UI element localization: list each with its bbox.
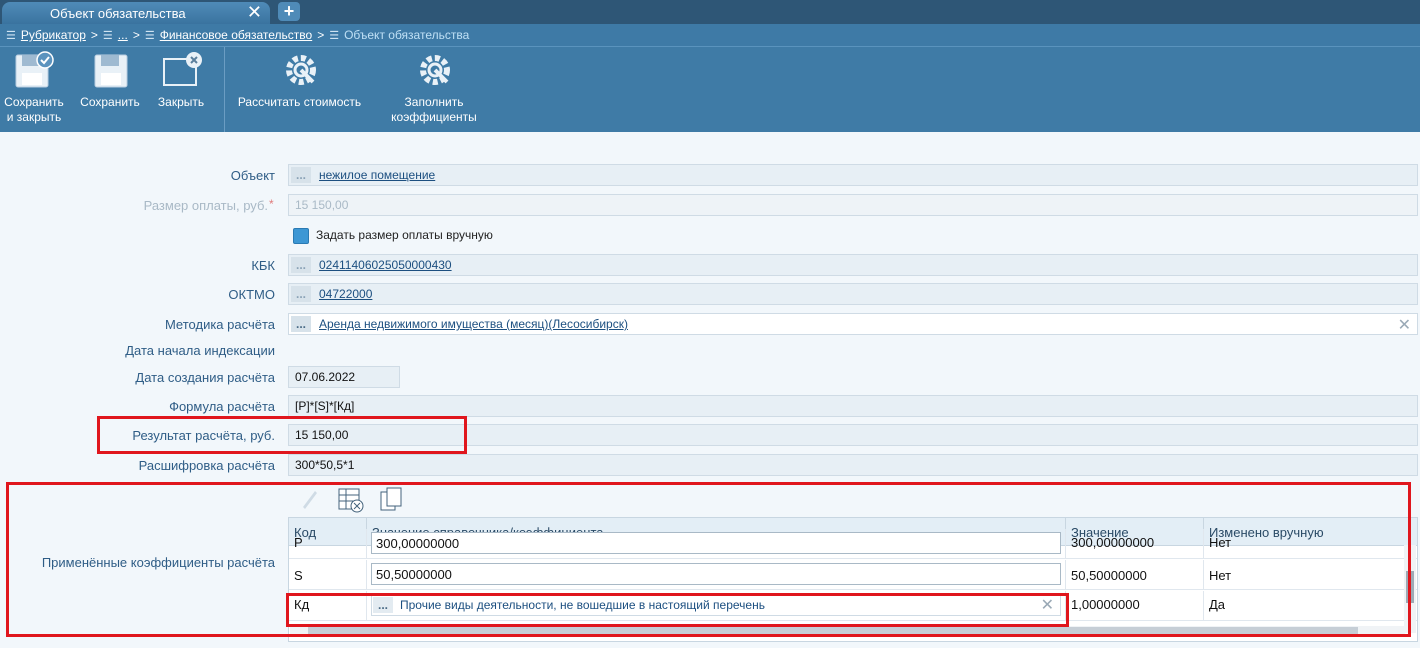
object-label: Объект <box>230 168 275 183</box>
manual-payment-label: Задать размер оплаты вручную <box>316 228 493 242</box>
decode-label: Расшифровка расчёта <box>138 458 275 473</box>
breadcrumb-ellipsis[interactable]: ... <box>118 28 128 42</box>
tab-title: Объект обязательства <box>50 6 186 21</box>
close-label: Закрыть <box>157 95 205 109</box>
required-marker: * <box>269 197 274 211</box>
highlight-coefficients <box>6 482 1411 637</box>
breadcrumb-sep: > <box>90 28 98 42</box>
fill-coefficients-label: Заполнить коэффициенты <box>391 95 477 124</box>
created-date-value: 07.06.2022 <box>295 370 356 384</box>
list-icon: ☰ <box>102 29 113 42</box>
clear-icon[interactable]: ✕ <box>1398 315 1411 335</box>
payment-value: 15 150,00 <box>295 198 349 212</box>
payment-label: Размер оплаты, руб. <box>143 198 268 213</box>
window-close-icon <box>163 52 202 86</box>
save-button[interactable]: Сохранить <box>74 47 146 132</box>
kbk-link[interactable]: 02411406025050000430 <box>319 258 452 272</box>
breadcrumb-current: Объект обязательства <box>344 28 470 42</box>
breadcrumb-financial[interactable]: Финансовое обязательство <box>160 28 312 42</box>
breadcrumb: ☰ Рубрикатор > ☰ ... > ☰ Финансовое обяз… <box>0 24 1420 46</box>
oktmo-link[interactable]: 04722000 <box>319 287 372 301</box>
payment-field: 15 150,00 <box>288 194 1418 216</box>
manual-payment-checkbox[interactable] <box>293 228 309 244</box>
lookup-button[interactable]: ... <box>291 316 311 332</box>
kbk-label: КБК <box>251 258 275 273</box>
list-icon: ☰ <box>144 29 155 42</box>
list-icon: ☰ <box>6 29 16 42</box>
oktmo-field[interactable]: ... 04722000 <box>288 283 1418 305</box>
save-label: Сохранить <box>80 95 140 109</box>
tab-bar: Объект обязательства ✕ + <box>0 0 1420 24</box>
calculate-cost-button[interactable]: Рассчитать стоимость <box>232 47 367 132</box>
decode-value: 300*50,5*1 <box>295 458 355 472</box>
breadcrumb-sep: > <box>132 28 140 42</box>
gear-wrench-icon <box>420 55 450 85</box>
lookup-button[interactable]: ... <box>291 286 311 302</box>
object-link[interactable]: нежилое помещение <box>319 168 435 182</box>
fill-coefficients-button[interactable]: Заполнить коэффициенты <box>380 47 488 132</box>
tab-object[interactable]: Объект обязательства ✕ <box>2 2 270 24</box>
created-date-label: Дата создания расчёта <box>135 370 275 385</box>
method-field[interactable]: ... Аренда недвижимого имущества (месяц)… <box>288 313 1418 335</box>
index-date-label: Дата начала индексации <box>125 343 275 358</box>
close-button[interactable]: Закрыть <box>150 47 212 132</box>
toolbar-separator <box>224 47 225 132</box>
created-date-field: 07.06.2022 <box>288 366 400 388</box>
formula-label: Формула расчёта <box>169 399 275 414</box>
floppy-icon <box>94 54 128 88</box>
breadcrumb-rubricator[interactable]: Рубрикатор <box>21 28 86 42</box>
breadcrumb-sep: > <box>317 28 325 42</box>
lookup-button[interactable]: ... <box>291 167 311 183</box>
method-link[interactable]: Аренда недвижимого имущества (месяц)(Лес… <box>319 317 628 331</box>
add-tab-button[interactable]: + <box>278 2 300 21</box>
floppy-check-icon <box>15 51 54 88</box>
save-and-close-button[interactable]: Сохранить и закрыть <box>0 47 68 132</box>
oktmo-label: ОКТМО <box>228 287 275 302</box>
lookup-button[interactable]: ... <box>291 257 311 273</box>
calculate-cost-label: Рассчитать стоимость <box>237 95 362 109</box>
gear-wrench-icon <box>286 55 316 85</box>
decode-field: 300*50,5*1 <box>288 454 1418 476</box>
object-field[interactable]: ... нежилое помещение <box>288 164 1418 186</box>
save-and-close-label: Сохранить и закрыть <box>4 95 64 124</box>
formula-field: [P]*[S]*[Кд] <box>288 395 1418 417</box>
highlight-result <box>97 416 467 454</box>
toolbar: Сохранить и закрыть Сохранить Закрыть Ра… <box>0 46 1420 132</box>
kbk-field[interactable]: ... 02411406025050000430 <box>288 254 1418 276</box>
close-icon[interactable]: ✕ <box>247 3 262 21</box>
method-label: Методика расчёта <box>164 317 275 332</box>
list-icon: ☰ <box>329 29 340 42</box>
formula-value: [P]*[S]*[Кд] <box>295 399 355 413</box>
